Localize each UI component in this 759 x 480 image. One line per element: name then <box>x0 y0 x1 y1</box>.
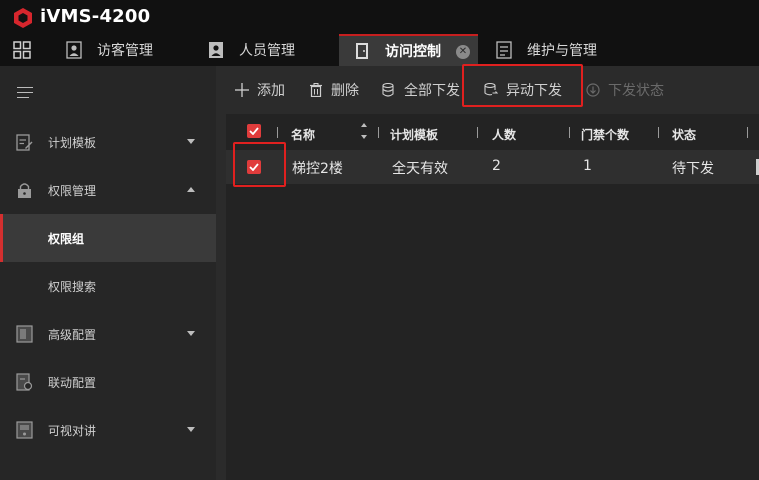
sidebar-item-linkage-config[interactable]: 联动配置 <box>0 358 216 406</box>
sidebar-item-label: 可视对讲 <box>48 424 97 438</box>
sidebar-item-label: 权限组 <box>48 232 85 246</box>
cell-schedule: 全天有效 <box>392 161 448 177</box>
sidebar-item-label: 权限管理 <box>48 184 97 198</box>
cell-doors: 1 <box>583 158 592 174</box>
add-label: 添加 <box>257 83 285 99</box>
close-tab-icon[interactable]: ✕ <box>456 45 470 59</box>
cell-status: 待下发 <box>672 161 714 177</box>
linkage-icon <box>16 373 33 391</box>
cell-name: 梯控2楼 <box>292 161 343 177</box>
tab-person-management[interactable]: 人员管理 <box>208 34 338 66</box>
column-header-schedule[interactable]: 计划模板 <box>390 126 438 143</box>
plus-icon <box>235 83 249 97</box>
sidebar-item-advanced-config[interactable]: 高级配置 <box>0 310 216 358</box>
door-icon <box>356 43 368 59</box>
column-header-persons[interactable]: 人数 <box>492 126 516 143</box>
chevron-up-icon <box>187 187 195 192</box>
delete-button[interactable]: 删除 <box>309 80 359 100</box>
tab-visitor-management[interactable]: 访客管理 <box>66 34 196 66</box>
hamburger-menu-icon[interactable] <box>17 87 33 99</box>
select-all-checkbox[interactable] <box>247 124 261 138</box>
main-content: 添加 删除 全部下发 异动下发 下发状态 名称 计划模板 人数 门禁个数 状态 … <box>216 66 759 480</box>
apply-status-button[interactable]: 下发状态 <box>586 80 664 100</box>
sidebar-item-label: 权限搜索 <box>48 280 97 294</box>
sidebar-item-permission-group[interactable]: 权限组 <box>0 214 216 262</box>
database-sync-icon <box>484 83 498 96</box>
checkmark-icon <box>249 163 259 171</box>
apply-changes-label: 异动下发 <box>506 83 562 99</box>
apply-changes-button[interactable]: 异动下发 <box>484 80 562 100</box>
sidebar-item-permission-management[interactable]: 权限管理 <box>0 166 216 214</box>
tab-access-control[interactable]: 访问控制 ✕ <box>339 34 478 66</box>
person-card-icon <box>209 42 223 58</box>
column-header-name[interactable]: 名称 <box>291 126 315 143</box>
column-divider <box>747 127 748 138</box>
tab-label: 人员管理 <box>239 43 295 59</box>
sidebar-item-video-intercom[interactable]: 可视对讲 <box>0 406 216 454</box>
apply-all-button[interactable]: 全部下发 <box>382 80 460 100</box>
chevron-down-icon <box>187 427 195 432</box>
trash-icon <box>310 83 322 97</box>
checkmark-icon <box>249 127 259 135</box>
sidebar-item-permission-search[interactable]: 权限搜索 <box>0 262 216 310</box>
database-icon <box>382 83 394 97</box>
toolbar: 添加 删除 全部下发 异动下发 下发状态 <box>216 66 759 114</box>
sidebar-item-schedule-template[interactable]: 计划模板 <box>0 118 216 166</box>
download-circle-icon <box>586 83 600 97</box>
sidebar-item-label: 联动配置 <box>48 376 97 390</box>
maintenance-icon <box>496 41 512 59</box>
tab-maintenance-management[interactable]: 维护与管理 <box>496 34 636 66</box>
chevron-down-icon <box>187 139 195 144</box>
column-divider <box>277 127 278 138</box>
lock-icon <box>18 183 31 198</box>
delete-label: 删除 <box>331 83 359 99</box>
apply-all-label: 全部下发 <box>404 83 460 99</box>
sort-icon[interactable] <box>360 122 368 140</box>
door-panel-icon <box>16 325 33 343</box>
tab-label: 访客管理 <box>97 43 153 59</box>
cell-persons: 2 <box>492 158 501 174</box>
hikvision-logo-icon <box>14 8 32 28</box>
column-header-status[interactable]: 状态 <box>672 126 696 143</box>
apply-status-label: 下发状态 <box>608 83 664 99</box>
table-row[interactable]: 梯控2楼 全天有效 2 1 待下发 <box>226 150 759 184</box>
sidebar-item-label: 高级配置 <box>48 328 97 342</box>
table-header: 名称 计划模板 人数 门禁个数 状态 <box>226 114 759 150</box>
column-divider <box>658 127 659 138</box>
visitor-badge-icon <box>66 41 82 59</box>
add-button[interactable]: 添加 <box>235 80 285 100</box>
column-divider <box>569 127 570 138</box>
module-grid-icon[interactable] <box>13 41 31 59</box>
intercom-icon <box>16 421 33 439</box>
tab-label: 访问控制 <box>385 44 441 60</box>
title-bar: iVMS-4200 <box>0 0 759 34</box>
column-header-doors[interactable]: 门禁个数 <box>581 126 629 143</box>
permission-group-table: 名称 计划模板 人数 门禁个数 状态 梯控2楼 全天有效 2 1 待下发 <box>226 114 759 480</box>
sidebar: 计划模板 权限管理 权限组 权限搜索 高级配置 联动配置 可视对讲 <box>0 66 216 480</box>
column-divider <box>477 127 478 138</box>
chevron-down-icon <box>187 331 195 336</box>
column-divider <box>378 127 379 138</box>
schedule-template-icon <box>16 134 33 151</box>
app-title: iVMS-4200 <box>40 6 151 27</box>
sidebar-item-label: 计划模板 <box>48 136 97 150</box>
tab-label: 维护与管理 <box>527 43 597 59</box>
module-tab-bar: 访客管理 人员管理 访问控制 ✕ 维护与管理 <box>0 34 759 66</box>
row-checkbox[interactable] <box>247 160 261 174</box>
